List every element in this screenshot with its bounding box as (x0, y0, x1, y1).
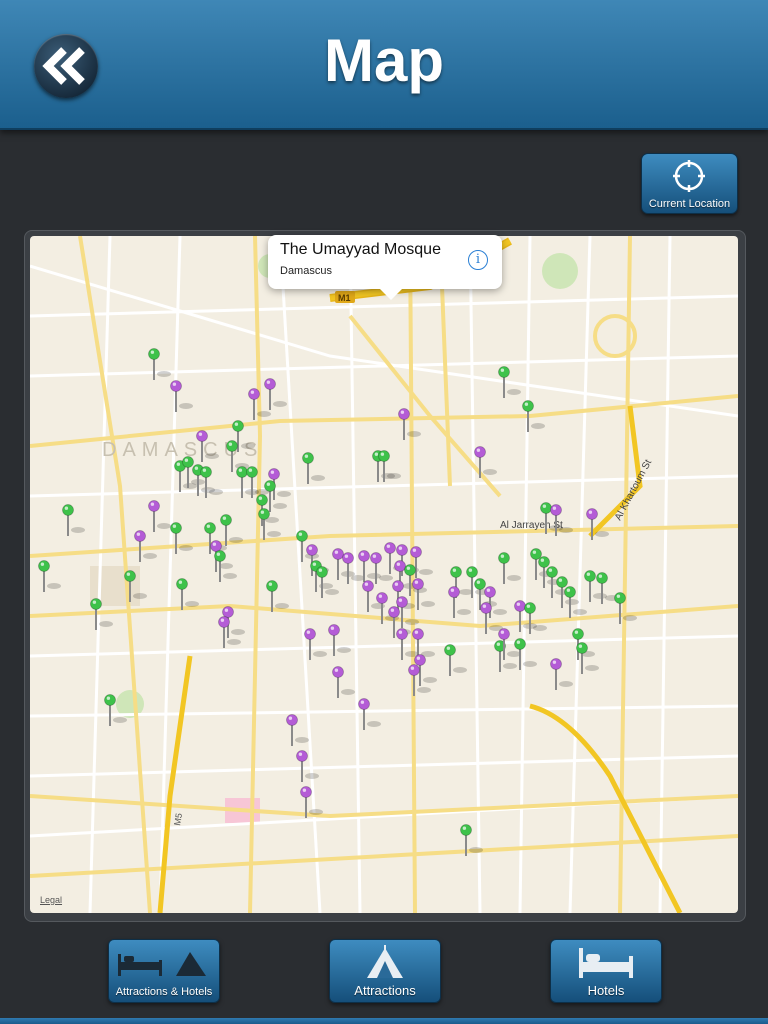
map-pin-shadow (523, 661, 537, 667)
map-pin-shadow (457, 609, 471, 615)
current-location-label: Current Location (648, 198, 731, 210)
tab-hotels[interactable]: Hotels (550, 939, 662, 1003)
tab-attractions[interactable]: Attractions (329, 939, 441, 1003)
map-pin-shadow (273, 401, 287, 407)
map-pin-shadow (559, 681, 573, 687)
map-pin-shadow (531, 423, 545, 429)
map-pin-shadow (453, 667, 467, 673)
current-location-button[interactable]: Current Location (641, 153, 738, 214)
map-pin-shadow (379, 575, 393, 581)
map-pin-shadow (507, 389, 521, 395)
map-pin-shadow (227, 639, 241, 645)
map-pin-shadow (179, 403, 193, 409)
map-pin-shadow (157, 523, 171, 529)
map-pin-shadow (267, 531, 281, 537)
map-pin-shadow (623, 615, 637, 621)
map-pin-shadow (99, 621, 113, 627)
map-pin-shadow (71, 527, 85, 533)
map-pin-shadow (367, 721, 381, 727)
map-pin-shadow (277, 491, 291, 497)
m5-label: M5 (172, 812, 184, 826)
map-pin-shadow (295, 737, 309, 743)
tent-icon (367, 945, 403, 978)
map-pin-shadow (325, 589, 339, 595)
map-pin-shadow (459, 589, 473, 595)
map-pin-shadow (113, 717, 127, 723)
map-pin-shadow (273, 503, 287, 509)
map-pin-shadow (133, 593, 147, 599)
m1-label: M1 (338, 293, 351, 303)
tab-attractions-hotels[interactable]: Attractions & Hotels (108, 939, 220, 1003)
map-pin-shadow (573, 609, 587, 615)
map-pin-shadow (205, 453, 219, 459)
callout-subtitle: Damascus (280, 265, 332, 277)
bottom-edge (0, 1018, 768, 1024)
map-pin-shadow (143, 553, 157, 559)
map-pin-shadow (507, 651, 521, 657)
map-view[interactable]: DAMASCUS M1 M5 Al Khartoum St Al Jarraye… (30, 236, 738, 913)
map-pin-shadow (351, 575, 365, 581)
map-pin-shadow (469, 847, 483, 853)
map-pin-shadow (419, 569, 433, 575)
map-callout[interactable]: The Umayyad Mosque Damascus i (268, 235, 502, 300)
city-label: DAMASCUS (102, 439, 263, 461)
map-pin-shadow (219, 563, 233, 569)
map-pin-shadow (311, 475, 325, 481)
map-pin-shadow (309, 809, 323, 815)
bed-icon (579, 948, 633, 978)
map-pin-shadow (585, 665, 599, 671)
map-pin-shadow (209, 489, 223, 495)
map-pin-shadow (157, 371, 171, 377)
map-pin-shadow (241, 443, 255, 449)
tab-attractions-hotels-label: Attractions & Hotels (115, 986, 213, 998)
tab-hotels-label: Hotels (587, 983, 625, 998)
map-pin-shadow (305, 773, 319, 779)
map-pin-shadow (507, 575, 521, 581)
map-pin-shadow (257, 411, 271, 417)
map-pin-shadow (405, 619, 419, 625)
legal-link[interactable]: Legal (40, 895, 62, 905)
map-pin-shadow (313, 651, 327, 657)
map-pin-shadow (559, 527, 573, 533)
tab-attractions-label: Attractions (354, 983, 416, 998)
map-pin-shadow (421, 601, 435, 607)
khartoum-st-label: Al Khartoum St (613, 458, 654, 523)
map-pin-shadow (341, 689, 355, 695)
map-pin-shadow (185, 601, 199, 607)
map-pin-shadow (229, 537, 243, 543)
map-pin-shadow (533, 625, 547, 631)
header-bar: Map (0, 0, 768, 130)
map-pin-shadow (367, 573, 381, 579)
info-icon[interactable]: i (468, 250, 488, 270)
map-pin-shadow (337, 647, 351, 653)
map-pin-shadow (493, 609, 507, 615)
map-pin-shadow (275, 603, 289, 609)
map-pin-shadow (407, 431, 421, 437)
map-pin-shadow (387, 473, 401, 479)
map-canvas: DAMASCUS M1 M5 Al Khartoum St Al Jarraye… (30, 236, 738, 913)
map-pin-shadow (47, 583, 61, 589)
map-pin-shadow (565, 599, 579, 605)
map-pin-shadow (593, 593, 607, 599)
map-pin-shadow (223, 573, 237, 579)
callout-title: The Umayyad Mosque (280, 241, 441, 258)
crosshair-icon (673, 160, 705, 192)
map-pin-shadow (423, 677, 437, 683)
map-pin-shadow (231, 629, 245, 635)
map-pin-shadow (483, 469, 497, 475)
map-pin-shadow (503, 663, 517, 669)
bed-and-tent-icon (118, 952, 206, 976)
m1-shield: M1 (335, 291, 355, 303)
map-pin-shadow (417, 687, 431, 693)
map-pin-shadow (595, 531, 609, 537)
map-pin-shadow (179, 545, 193, 551)
page-title: Map (324, 27, 444, 94)
